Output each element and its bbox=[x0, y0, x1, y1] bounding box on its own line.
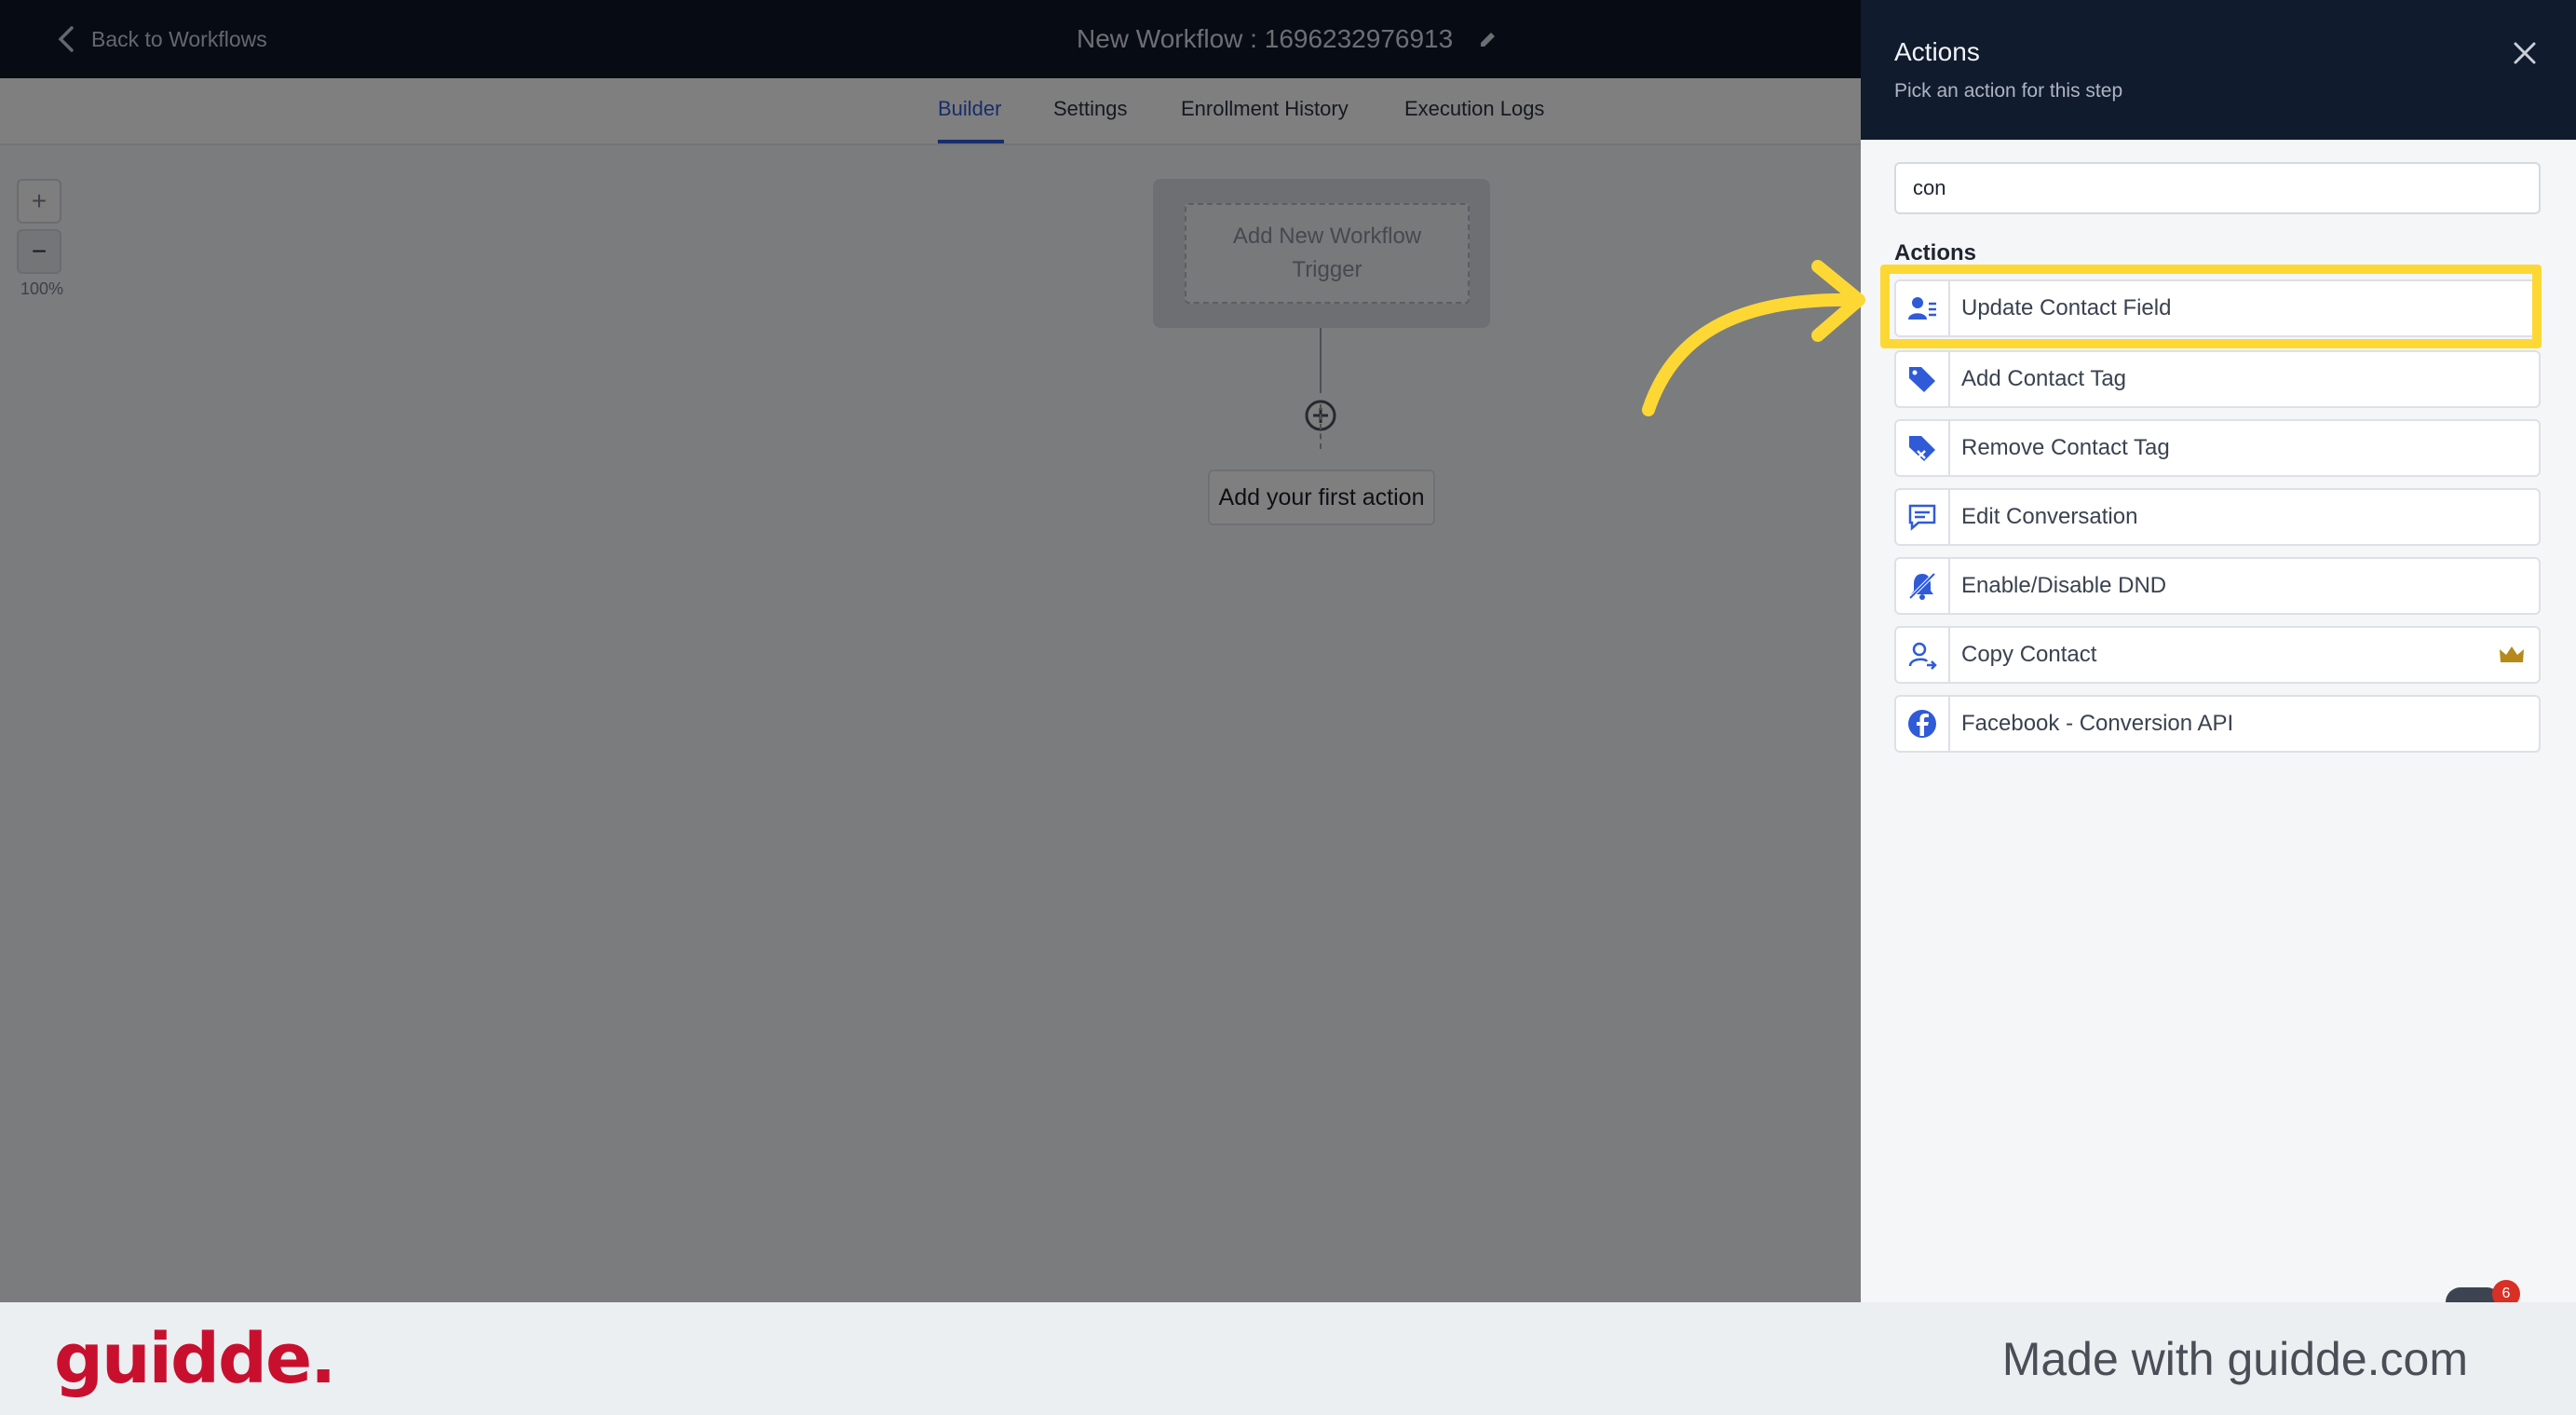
drawer-title: Actions bbox=[1894, 37, 1980, 66]
action-label: Remove Contact Tag bbox=[1961, 435, 2170, 460]
footer-bar: guidde. Made with guidde.com bbox=[0, 1302, 2576, 1415]
actions-section-label: Actions bbox=[1894, 240, 1977, 265]
user-copy-icon bbox=[1908, 642, 1937, 670]
action-label: Copy Contact bbox=[1961, 642, 2097, 667]
action-copy-contact[interactable]: Copy Contact bbox=[1894, 626, 2541, 684]
action-label: Facebook - Conversion API bbox=[1961, 711, 2234, 736]
action-remove-contact-tag[interactable]: Remove Contact Tag bbox=[1894, 419, 2541, 477]
tag-remove-icon bbox=[1909, 436, 1935, 461]
drawer-subtitle: Pick an action for this step bbox=[1894, 80, 2123, 102]
actions-drawer: Actions Pick an action for this step Act… bbox=[1861, 0, 2576, 1302]
action-label: Add Contact Tag bbox=[1961, 366, 2127, 391]
conversation-icon bbox=[1908, 504, 1936, 531]
tag-icon bbox=[1909, 367, 1935, 392]
close-icon[interactable] bbox=[2511, 39, 2539, 67]
pointer-arrow-icon bbox=[1642, 260, 1865, 416]
action-facebook-conversion-api[interactable]: Facebook - Conversion API bbox=[1894, 695, 2541, 753]
brand-logo: guidde. bbox=[54, 1319, 336, 1399]
action-add-contact-tag[interactable]: Add Contact Tag bbox=[1894, 350, 2541, 408]
action-search-input[interactable] bbox=[1894, 162, 2541, 214]
drawer-header: Actions Pick an action for this step bbox=[1861, 0, 2576, 140]
action-label: Edit Conversation bbox=[1961, 504, 2138, 529]
crown-icon bbox=[2500, 646, 2524, 662]
bell-off-icon bbox=[1908, 572, 1936, 600]
modal-backdrop[interactable] bbox=[0, 0, 1861, 1302]
action-label: Enable/Disable DND bbox=[1961, 573, 2167, 598]
highlight-box bbox=[1880, 265, 2542, 348]
action-edit-conversation[interactable]: Edit Conversation bbox=[1894, 488, 2541, 546]
facebook-icon bbox=[1908, 710, 1936, 738]
made-with-text: Made with guidde.com bbox=[2001, 1333, 2468, 1385]
action-enable-disable-dnd[interactable]: Enable/Disable DND bbox=[1894, 557, 2541, 615]
